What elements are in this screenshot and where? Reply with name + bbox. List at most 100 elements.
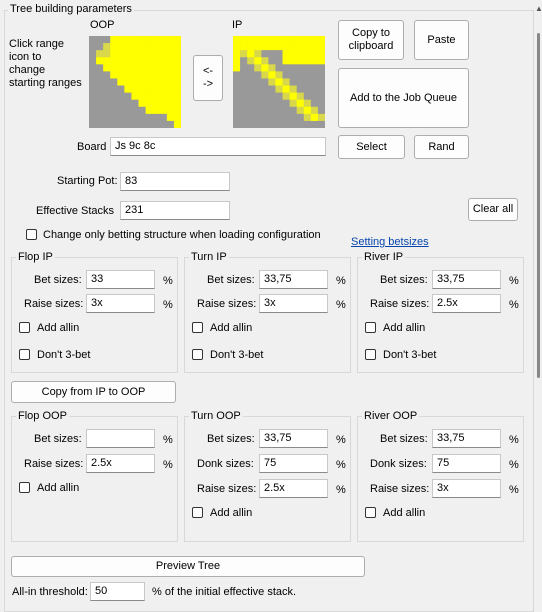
ip-range-matrix-icon[interactable] bbox=[233, 36, 325, 128]
range-cell bbox=[254, 78, 262, 86]
range-cell bbox=[173, 36, 181, 44]
starting-pot-input[interactable]: 83 bbox=[120, 172, 230, 191]
river-ip-dont-3bet-checkbox[interactable] bbox=[365, 349, 376, 360]
river-ip-bet-input[interactable]: 33,75 bbox=[432, 270, 501, 289]
range-cell bbox=[282, 120, 290, 128]
range-cell bbox=[275, 85, 283, 93]
swap-ranges-button[interactable]: <- -> bbox=[193, 55, 223, 101]
range-cell bbox=[124, 85, 132, 93]
turn-oop-add-allin-checkbox[interactable] bbox=[192, 507, 203, 518]
range-cell bbox=[275, 43, 283, 51]
scrollbar-thumb[interactable] bbox=[537, 33, 540, 378]
range-cell bbox=[124, 64, 132, 72]
range-cell bbox=[310, 113, 319, 122]
range-cell bbox=[275, 106, 283, 115]
range-cell bbox=[296, 50, 305, 58]
range-cell bbox=[310, 92, 319, 100]
river-oop-add-allin-checkbox[interactable] bbox=[365, 507, 376, 518]
copy-ip-to-oop-button[interactable]: Copy from IP to OOP bbox=[11, 381, 176, 403]
range-cell bbox=[310, 43, 319, 51]
range-cell bbox=[254, 113, 262, 122]
range-cell bbox=[289, 43, 297, 51]
range-cell bbox=[317, 50, 325, 58]
range-cell bbox=[138, 113, 146, 122]
flop-ip-bet-input[interactable]: 33 bbox=[86, 270, 155, 289]
flop-oop-bet-label: Bet sizes: bbox=[34, 433, 82, 445]
turn-oop-donk-input[interactable]: 75 bbox=[259, 454, 328, 473]
range-cell bbox=[103, 64, 111, 72]
river-oop-bet-input[interactable]: 33,75 bbox=[432, 429, 501, 448]
turn-ip-dont-3bet-label: Don't 3-bet bbox=[210, 349, 264, 361]
range-cell bbox=[145, 78, 153, 86]
range-cell bbox=[131, 113, 139, 122]
range-cell bbox=[303, 50, 312, 58]
range-cell bbox=[317, 43, 325, 51]
range-cell bbox=[89, 120, 97, 128]
turn-ip-dont-3bet-checkbox[interactable] bbox=[192, 349, 203, 360]
range-cell bbox=[124, 120, 132, 128]
flop-ip-dont-3bet-checkbox[interactable] bbox=[19, 349, 30, 360]
turn-oop-raise-input[interactable]: 2.5x bbox=[259, 479, 328, 498]
flop-oop-raise-input[interactable]: 2.5x bbox=[86, 454, 155, 473]
flop-ip-raise-input[interactable]: 3x bbox=[86, 294, 155, 313]
oop-label: OOP bbox=[90, 19, 115, 31]
range-cell bbox=[240, 57, 248, 65]
river-ip-add-allin-checkbox[interactable] bbox=[365, 322, 376, 333]
oop-range-matrix-icon[interactable] bbox=[89, 36, 181, 128]
range-cell bbox=[317, 36, 325, 44]
range-cell bbox=[89, 57, 97, 65]
river-oop-raise-input[interactable]: 3x bbox=[432, 479, 501, 498]
flop-oop-add-allin-checkbox[interactable] bbox=[19, 482, 30, 493]
range-cell bbox=[159, 92, 168, 100]
range-cell bbox=[96, 71, 104, 79]
turn-oop-bet-input[interactable]: 33,75 bbox=[259, 429, 328, 448]
paste-button[interactable]: Paste bbox=[414, 20, 469, 60]
change-only-betting-checkbox[interactable] bbox=[26, 229, 37, 240]
add-job-queue-button[interactable]: Add to the Job Queue bbox=[338, 68, 469, 128]
range-cell bbox=[296, 85, 305, 93]
rand-button[interactable]: Rand bbox=[414, 135, 469, 159]
range-cell bbox=[131, 50, 139, 58]
range-cell bbox=[247, 64, 255, 72]
range-cell bbox=[152, 85, 161, 93]
range-cell bbox=[89, 71, 97, 79]
setting-betsizes-link[interactable]: Setting betsizes bbox=[351, 236, 429, 248]
range-cell bbox=[310, 78, 319, 86]
river-ip-raise-input[interactable]: 2.5x bbox=[432, 294, 501, 313]
range-cell bbox=[240, 113, 248, 122]
range-cell bbox=[159, 85, 168, 93]
range-cell bbox=[289, 106, 297, 115]
board-input[interactable]: Js 9c 8c bbox=[110, 137, 326, 156]
select-button[interactable]: Select bbox=[338, 135, 405, 159]
range-cell bbox=[145, 64, 153, 72]
range-cell bbox=[173, 64, 181, 72]
turn-ip-bet-input[interactable]: 33,75 bbox=[259, 270, 328, 289]
range-cell bbox=[303, 43, 312, 51]
flop-oop-add-allin-label: Add allin bbox=[37, 482, 80, 494]
preview-tree-button[interactable]: Preview Tree bbox=[11, 556, 365, 577]
range-cell bbox=[303, 99, 312, 108]
flop-oop-bet-input[interactable] bbox=[86, 429, 155, 448]
clear-all-button[interactable]: Clear all bbox=[468, 198, 518, 221]
flop-ip-add-allin-checkbox[interactable] bbox=[19, 322, 30, 333]
copy-to-clipboard-button[interactable]: Copy to clipboard bbox=[338, 20, 404, 60]
allin-threshold-input[interactable]: 50 bbox=[90, 582, 145, 601]
scroll-up-icon[interactable]: ▲ bbox=[535, 4, 542, 13]
river-oop-donk-percent: % bbox=[509, 459, 519, 471]
effective-stacks-input[interactable]: 231 bbox=[120, 201, 230, 220]
range-cell bbox=[240, 120, 248, 128]
range-cell bbox=[96, 120, 104, 128]
turn-oop-title: Turn OOP bbox=[189, 410, 243, 422]
turn-ip-add-allin-checkbox[interactable] bbox=[192, 322, 203, 333]
river-oop-donk-input[interactable]: 75 bbox=[432, 454, 501, 473]
range-cell bbox=[145, 99, 153, 108]
range-cell bbox=[233, 64, 241, 72]
range-cell bbox=[96, 106, 104, 115]
turn-ip-raise-input[interactable]: 3x bbox=[259, 294, 328, 313]
range-cell bbox=[233, 120, 241, 128]
range-cell bbox=[166, 92, 175, 100]
river-oop-raise-percent: % bbox=[509, 484, 519, 496]
range-cell bbox=[275, 99, 283, 108]
ip-label: IP bbox=[232, 19, 243, 31]
range-cell bbox=[289, 50, 297, 58]
